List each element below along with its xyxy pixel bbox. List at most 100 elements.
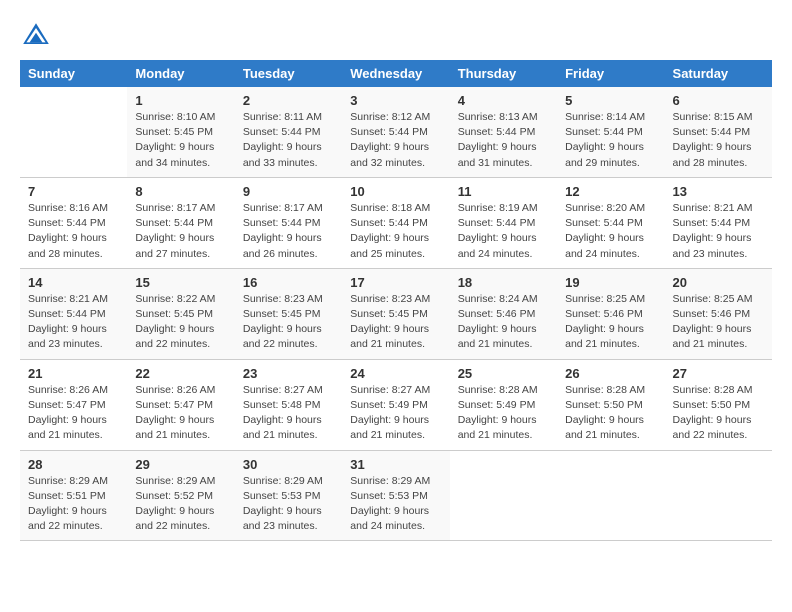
logo-icon (20, 20, 52, 52)
calendar-week-0: 1 Sunrise: 8:10 AM Sunset: 5:45 PM Daylig… (20, 87, 772, 177)
day-number: 17 (350, 275, 441, 290)
day-number: 23 (243, 366, 334, 381)
calendar-cell: 20 Sunrise: 8:25 AM Sunset: 5:46 PM Dayli… (665, 268, 772, 359)
calendar-cell: 7Sunrise: 8:16 AM Sunset: 5:44 PM Daylig… (20, 177, 127, 268)
calendar-header-row: SundayMondayTuesdayWednesdayThursdayFrid… (20, 60, 772, 87)
day-info: Sunrise: 8:24 AM Sunset: 5:46 PM Dayligh… (458, 292, 549, 353)
calendar-cell: 27 Sunrise: 8:28 AM Sunset: 5:50 PM Dayli… (665, 359, 772, 450)
day-info: Sunrise: 8:28 AM Sunset: 5:49 PM Dayligh… (458, 383, 549, 444)
calendar-cell: 29 Sunrise: 8:29 AM Sunset: 5:52 PM Dayli… (127, 450, 234, 541)
day-number: 31 (350, 457, 441, 472)
calendar-cell: 5 Sunrise: 8:14 AM Sunset: 5:44 PM Daylig… (557, 87, 664, 177)
day-info: Sunrise: 8:29 AM Sunset: 5:51 PM Dayligh… (28, 474, 119, 535)
calendar-cell (557, 450, 664, 541)
day-number: 2 (243, 93, 334, 108)
day-info: Sunrise: 8:18 AM Sunset: 5:44 PM Dayligh… (350, 201, 441, 262)
header-day-saturday: Saturday (665, 60, 772, 87)
calendar-cell: 16 Sunrise: 8:23 AM Sunset: 5:45 PM Dayli… (235, 268, 342, 359)
day-number: 10 (350, 184, 441, 199)
day-info: Sunrise: 8:10 AM Sunset: 5:45 PM Dayligh… (135, 110, 226, 171)
day-number: 24 (350, 366, 441, 381)
calendar-cell: 8 Sunrise: 8:17 AM Sunset: 5:44 PM Daylig… (127, 177, 234, 268)
header-day-tuesday: Tuesday (235, 60, 342, 87)
day-number: 22 (135, 366, 226, 381)
calendar-cell: 18 Sunrise: 8:24 AM Sunset: 5:46 PM Dayli… (450, 268, 557, 359)
header-day-monday: Monday (127, 60, 234, 87)
day-number: 12 (565, 184, 656, 199)
day-info: Sunrise: 8:29 AM Sunset: 5:53 PM Dayligh… (350, 474, 441, 535)
day-number: 8 (135, 184, 226, 199)
day-number: 30 (243, 457, 334, 472)
day-info: Sunrise: 8:27 AM Sunset: 5:48 PM Dayligh… (243, 383, 334, 444)
day-info: Sunrise: 8:28 AM Sunset: 5:50 PM Dayligh… (673, 383, 764, 444)
day-number: 25 (458, 366, 549, 381)
day-number: 15 (135, 275, 226, 290)
day-number: 9 (243, 184, 334, 199)
day-info: Sunrise: 8:21 AM Sunset: 5:44 PM Dayligh… (673, 201, 764, 262)
day-number: 18 (458, 275, 549, 290)
day-info: Sunrise: 8:22 AM Sunset: 5:45 PM Dayligh… (135, 292, 226, 353)
calendar-week-3: 21 Sunrise: 8:26 AM Sunset: 5:47 PM Dayli… (20, 359, 772, 450)
calendar-cell: 12 Sunrise: 8:20 AM Sunset: 5:44 PM Dayli… (557, 177, 664, 268)
day-info: Sunrise: 8:11 AM Sunset: 5:44 PM Dayligh… (243, 110, 334, 171)
calendar-cell: 28Sunrise: 8:29 AM Sunset: 5:51 PM Dayli… (20, 450, 127, 541)
day-info: Sunrise: 8:25 AM Sunset: 5:46 PM Dayligh… (565, 292, 656, 353)
day-info: Sunrise: 8:17 AM Sunset: 5:44 PM Dayligh… (135, 201, 226, 262)
header-day-wednesday: Wednesday (342, 60, 449, 87)
day-info: Sunrise: 8:17 AM Sunset: 5:44 PM Dayligh… (243, 201, 334, 262)
calendar-cell: 10 Sunrise: 8:18 AM Sunset: 5:44 PM Dayli… (342, 177, 449, 268)
calendar-cell: 17 Sunrise: 8:23 AM Sunset: 5:45 PM Dayli… (342, 268, 449, 359)
calendar-cell: 30 Sunrise: 8:29 AM Sunset: 5:53 PM Dayli… (235, 450, 342, 541)
day-info: Sunrise: 8:20 AM Sunset: 5:44 PM Dayligh… (565, 201, 656, 262)
day-info: Sunrise: 8:12 AM Sunset: 5:44 PM Dayligh… (350, 110, 441, 171)
calendar-cell: 13 Sunrise: 8:21 AM Sunset: 5:44 PM Dayli… (665, 177, 772, 268)
day-info: Sunrise: 8:29 AM Sunset: 5:53 PM Dayligh… (243, 474, 334, 535)
day-info: Sunrise: 8:27 AM Sunset: 5:49 PM Dayligh… (350, 383, 441, 444)
calendar-cell: 14Sunrise: 8:21 AM Sunset: 5:44 PM Dayli… (20, 268, 127, 359)
calendar-cell (20, 87, 127, 177)
page-header (20, 20, 772, 52)
calendar-cell: 4 Sunrise: 8:13 AM Sunset: 5:44 PM Daylig… (450, 87, 557, 177)
day-number: 21 (28, 366, 119, 381)
day-info: Sunrise: 8:19 AM Sunset: 5:44 PM Dayligh… (458, 201, 549, 262)
calendar-table: SundayMondayTuesdayWednesdayThursdayFrid… (20, 60, 772, 541)
calendar-cell: 6Sunrise: 8:15 AM Sunset: 5:44 PM Daylig… (665, 87, 772, 177)
header-day-sunday: Sunday (20, 60, 127, 87)
calendar-cell: 19Sunrise: 8:25 AM Sunset: 5:46 PM Dayli… (557, 268, 664, 359)
calendar-cell: 3 Sunrise: 8:12 AM Sunset: 5:44 PM Daylig… (342, 87, 449, 177)
day-info: Sunrise: 8:26 AM Sunset: 5:47 PM Dayligh… (28, 383, 119, 444)
day-number: 14 (28, 275, 119, 290)
day-info: Sunrise: 8:26 AM Sunset: 5:47 PM Dayligh… (135, 383, 226, 444)
day-info: Sunrise: 8:16 AM Sunset: 5:44 PM Dayligh… (28, 201, 119, 262)
calendar-week-1: 7Sunrise: 8:16 AM Sunset: 5:44 PM Daylig… (20, 177, 772, 268)
calendar-cell: 24 Sunrise: 8:27 AM Sunset: 5:49 PM Dayli… (342, 359, 449, 450)
day-number: 20 (673, 275, 764, 290)
day-info: Sunrise: 8:23 AM Sunset: 5:45 PM Dayligh… (350, 292, 441, 353)
day-info: Sunrise: 8:25 AM Sunset: 5:46 PM Dayligh… (673, 292, 764, 353)
header-day-thursday: Thursday (450, 60, 557, 87)
day-info: Sunrise: 8:14 AM Sunset: 5:44 PM Dayligh… (565, 110, 656, 171)
day-number: 6 (673, 93, 764, 108)
day-number: 3 (350, 93, 441, 108)
day-info: Sunrise: 8:29 AM Sunset: 5:52 PM Dayligh… (135, 474, 226, 535)
calendar-cell: 21 Sunrise: 8:26 AM Sunset: 5:47 PM Dayli… (20, 359, 127, 450)
day-number: 27 (673, 366, 764, 381)
day-info: Sunrise: 8:23 AM Sunset: 5:45 PM Dayligh… (243, 292, 334, 353)
day-number: 26 (565, 366, 656, 381)
day-info: Sunrise: 8:28 AM Sunset: 5:50 PM Dayligh… (565, 383, 656, 444)
calendar-cell: 25 Sunrise: 8:28 AM Sunset: 5:49 PM Dayli… (450, 359, 557, 450)
calendar-week-4: 28Sunrise: 8:29 AM Sunset: 5:51 PM Dayli… (20, 450, 772, 541)
calendar-cell: 9 Sunrise: 8:17 AM Sunset: 5:44 PM Daylig… (235, 177, 342, 268)
logo (20, 20, 56, 52)
day-number: 1 (135, 93, 226, 108)
calendar-cell: 26 Sunrise: 8:28 AM Sunset: 5:50 PM Dayli… (557, 359, 664, 450)
calendar-cell: 23 Sunrise: 8:27 AM Sunset: 5:48 PM Dayli… (235, 359, 342, 450)
calendar-cell: 31 Sunrise: 8:29 AM Sunset: 5:53 PM Dayli… (342, 450, 449, 541)
day-number: 16 (243, 275, 334, 290)
day-number: 13 (673, 184, 764, 199)
day-number: 5 (565, 93, 656, 108)
calendar-cell: 15 Sunrise: 8:22 AM Sunset: 5:45 PM Dayli… (127, 268, 234, 359)
day-info: Sunrise: 8:13 AM Sunset: 5:44 PM Dayligh… (458, 110, 549, 171)
day-number: 29 (135, 457, 226, 472)
day-number: 4 (458, 93, 549, 108)
